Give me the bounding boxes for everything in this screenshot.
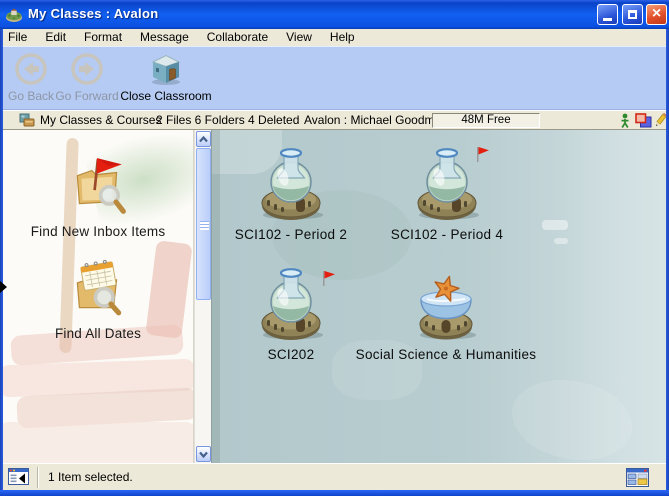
maximize-icon xyxy=(628,10,637,19)
chevron-down-icon xyxy=(198,450,209,459)
sidebar-panel: Find New Inbox Items Find All Dates xyxy=(3,130,194,463)
app-window: My Classes : Avalon × File Edit Format M… xyxy=(0,0,669,496)
find-inbox-icon xyxy=(67,154,129,216)
status-bar: 1 Item selected. xyxy=(0,463,669,490)
close-button[interactable]: × xyxy=(646,4,667,25)
sidebar-item-find-inbox[interactable]: Find New Inbox Items xyxy=(3,154,193,239)
go-back-button[interactable]: Go Back xyxy=(4,50,58,106)
toolbar: Go Back Go Forward xyxy=(0,46,669,110)
scroll-up-button[interactable] xyxy=(196,131,211,147)
menu-file[interactable]: File xyxy=(0,29,36,46)
go-forward-label: Go Forward xyxy=(55,89,118,103)
title-bar: My Classes : Avalon × xyxy=(0,0,669,29)
back-arrow-icon xyxy=(13,51,49,87)
classroom-identity: Avalon : Michael Goodman xyxy=(304,113,448,127)
book-illustration xyxy=(16,387,194,428)
book-illustration xyxy=(3,359,194,398)
class-label: SCI102 - Period 2 xyxy=(216,227,366,242)
free-space-indicator: 48M Free xyxy=(432,113,540,128)
sidebar-scrollbar[interactable] xyxy=(194,130,211,463)
window-border-bottom xyxy=(0,490,669,496)
book-illustration xyxy=(3,422,194,463)
classes-canvas: SCI102 - Period 2 xyxy=(211,130,666,463)
scrollbar-thumb[interactable] xyxy=(196,148,211,300)
menu-view[interactable]: View xyxy=(277,29,321,46)
classroom-building-icon xyxy=(148,52,184,86)
sidebar-item-find-dates[interactable]: Find All Dates xyxy=(3,254,193,341)
status-message: 1 Item selected. xyxy=(48,464,133,490)
go-forward-button[interactable]: Go Forward xyxy=(56,50,118,106)
class-item-sci102-period2[interactable]: SCI102 - Period 2 xyxy=(216,146,366,242)
menu-message[interactable]: Message xyxy=(131,29,198,46)
class-item-social-science[interactable]: Social Science & Humanities xyxy=(346,266,546,362)
flask-building-icon xyxy=(256,266,326,340)
find-dates-label: Find All Dates xyxy=(3,326,193,341)
minimize-icon xyxy=(603,18,612,21)
view-layout-icon[interactable] xyxy=(626,468,649,487)
location-label: My Classes & Courses xyxy=(40,113,161,127)
class-label: SCI202 xyxy=(216,347,366,362)
scrollbar-grip xyxy=(200,221,209,230)
flag-icon xyxy=(322,270,336,287)
pencil-icon[interactable] xyxy=(653,113,667,129)
menu-bar: File Edit Format Message Collaborate Vie… xyxy=(0,29,669,46)
flask-building-icon xyxy=(412,146,482,220)
layers-icon[interactable] xyxy=(635,113,652,128)
maximize-button[interactable] xyxy=(622,4,643,25)
menu-format[interactable]: Format xyxy=(75,29,131,46)
menu-edit[interactable]: Edit xyxy=(36,29,75,46)
class-item-sci102-period4[interactable]: SCI102 - Period 4 xyxy=(372,146,522,242)
info-bar: My Classes & Courses 2 Files 6 Folders 4… xyxy=(0,110,669,130)
class-label: SCI102 - Period 4 xyxy=(372,227,522,242)
class-item-sci202[interactable]: SCI202 xyxy=(216,266,366,362)
forward-arrow-icon xyxy=(69,51,105,87)
item-counts: 2 Files 6 Folders 4 Deleted xyxy=(156,113,299,127)
person-icon[interactable] xyxy=(620,113,630,129)
menu-help[interactable]: Help xyxy=(321,29,364,46)
close-icon: × xyxy=(652,6,661,22)
status-separator xyxy=(37,467,38,488)
class-label: Social Science & Humanities xyxy=(346,347,546,362)
find-dates-icon xyxy=(67,254,129,318)
go-back-label: Go Back xyxy=(8,89,54,103)
sidebar-collapse-handle[interactable] xyxy=(0,281,7,293)
app-icon xyxy=(5,5,23,23)
menu-collaborate[interactable]: Collaborate xyxy=(198,29,277,46)
chevron-up-icon xyxy=(198,135,209,144)
close-classroom-label: Close Classroom xyxy=(120,89,211,103)
close-classroom-button[interactable]: Close Classroom xyxy=(118,50,214,106)
classroom-desk-icon xyxy=(19,113,36,128)
flask-building-icon xyxy=(256,146,326,220)
scroll-down-button[interactable] xyxy=(196,446,211,462)
window-title: My Classes : Avalon xyxy=(28,6,158,21)
minimize-button[interactable] xyxy=(597,4,618,25)
starfish-bowl-building-icon xyxy=(411,266,481,340)
panel-toggle-icon[interactable] xyxy=(8,468,29,485)
find-inbox-label: Find New Inbox Items xyxy=(3,224,193,239)
flag-icon xyxy=(476,146,490,163)
